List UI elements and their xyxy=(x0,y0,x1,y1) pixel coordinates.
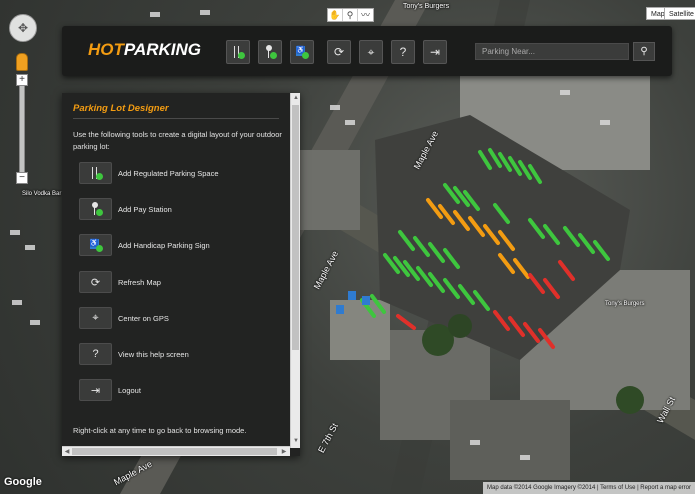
panel-footer-text: Right-click at any time to go back to br… xyxy=(73,426,247,435)
google-logo: Google xyxy=(4,476,42,488)
parking-search-input[interactable] xyxy=(475,43,629,60)
panel-item-label: Add Handicap Parking Sign xyxy=(118,240,210,250)
scroll-down-arrow-icon[interactable]: ▼ xyxy=(292,437,300,445)
parking-space-icon xyxy=(89,166,103,180)
map-type-satellite-button[interactable]: Satellite xyxy=(664,7,695,20)
search-icon: ⚲ xyxy=(640,46,648,57)
logout-button[interactable]: ⇥ xyxy=(423,40,447,64)
refresh-map-button[interactable]: ⟳ xyxy=(327,40,351,64)
panel-help-button[interactable]: ? xyxy=(79,343,112,365)
handicap-sign-icon: ♿ xyxy=(295,45,309,59)
parking-space-icon xyxy=(231,45,245,59)
pay-station-icon xyxy=(89,202,103,216)
scroll-up-arrow-icon[interactable]: ▲ xyxy=(292,94,300,102)
help-icon: ? xyxy=(92,348,99,360)
search-button[interactable]: ⚲ xyxy=(633,42,655,61)
panel-item-add-pay-station[interactable]: Add Pay Station xyxy=(79,198,279,220)
place-label-silo-vodka: Silo Vodka Bar xyxy=(22,191,62,197)
refresh-icon: ⟳ xyxy=(333,45,345,59)
panel-item-refresh-map[interactable]: ⟳ Refresh Map xyxy=(79,271,279,293)
panel-item-add-handicap-sign[interactable]: ♿ Add Handicap Parking Sign xyxy=(79,234,279,256)
panel-horizontal-scrollbar[interactable]: ◀ ▶ xyxy=(62,446,290,456)
panel-item-logout[interactable]: ⇥ Logout xyxy=(79,379,279,401)
center-gps-button[interactable]: ⌖ xyxy=(359,40,383,64)
brand-parking: PARKING xyxy=(123,40,202,59)
panel-gps-button[interactable]: ⌖ xyxy=(79,307,112,329)
panel-pay-station-button[interactable] xyxy=(79,198,112,220)
add-pay-station-button[interactable] xyxy=(258,40,282,64)
drawing-tools: ✋ ⚲ 〰 xyxy=(327,8,374,22)
help-button[interactable]: ? xyxy=(391,40,415,64)
logout-icon: ⇥ xyxy=(90,384,101,397)
add-regulated-space-button[interactable] xyxy=(226,40,250,64)
panel-refresh-button[interactable]: ⟳ xyxy=(79,271,112,293)
line-tool-icon[interactable]: 〰 xyxy=(358,9,373,21)
refresh-icon: ⟳ xyxy=(90,276,101,289)
hand-tool-icon[interactable]: ✋ xyxy=(328,9,343,21)
zoom-in-button[interactable]: + xyxy=(16,74,28,86)
panel-item-label: Center on GPS xyxy=(118,313,169,323)
gps-icon: ⌖ xyxy=(367,44,375,59)
zoom-slider[interactable] xyxy=(19,78,25,178)
marker-tool-icon[interactable]: ⚲ xyxy=(343,9,358,21)
panel-divider xyxy=(73,118,279,119)
top-navigation-bar: HOTPARKING ♿ ⟳ ⌖ ? ⇥ ⚲ xyxy=(62,26,672,76)
panel-logout-button[interactable]: ⇥ xyxy=(79,379,112,401)
scroll-right-arrow-icon[interactable]: ▶ xyxy=(280,448,288,456)
pan-control[interactable]: ✥ xyxy=(9,14,37,42)
panel-vertical-scrollbar[interactable]: ▲ ▼ xyxy=(290,93,300,448)
panel-item-label: Refresh Map xyxy=(118,277,161,287)
panel-handicap-button[interactable]: ♿ xyxy=(79,234,112,256)
brand-logo[interactable]: HOTPARKING xyxy=(88,40,201,60)
help-icon: ? xyxy=(399,45,407,59)
scroll-thumb-horizontal[interactable] xyxy=(72,448,277,455)
panel-title: Parking Lot Designer xyxy=(73,103,169,114)
panel-add-space-button[interactable] xyxy=(79,162,112,184)
panel-item-label: Add Regulated Parking Space xyxy=(118,168,219,178)
scroll-left-arrow-icon[interactable]: ◀ xyxy=(63,448,71,456)
place-label-tonys: Tony's Burgers xyxy=(605,301,645,307)
panel-item-label: View this help screen xyxy=(118,349,189,359)
street-view-pegman-icon[interactable] xyxy=(16,53,28,71)
place-label-top: Tony's Burgers xyxy=(403,3,450,10)
pay-station-icon xyxy=(263,45,277,59)
scroll-thumb-vertical[interactable] xyxy=(292,105,299,350)
zoom-out-button[interactable]: − xyxy=(16,172,28,184)
map-attribution[interactable]: Map data ©2014 Google Imagery ©2014 | Te… xyxy=(483,482,695,494)
brand-hot: HOT xyxy=(88,40,124,59)
logout-icon: ⇥ xyxy=(429,45,441,59)
panel-item-help[interactable]: ? View this help screen xyxy=(79,343,279,365)
panel-item-add-regulated-space[interactable]: Add Regulated Parking Space xyxy=(79,162,279,184)
panel-item-center-gps[interactable]: ⌖ Center on GPS xyxy=(79,307,279,329)
panel-item-label: Logout xyxy=(118,385,141,395)
panel-intro-text: Use the following tools to create a digi… xyxy=(73,130,282,151)
gps-icon: ⌖ xyxy=(92,311,99,324)
parking-lot-designer-panel: Parking Lot Designer Use the following t… xyxy=(62,93,300,456)
handicap-sign-icon: ♿ xyxy=(89,238,103,252)
panel-item-label: Add Pay Station xyxy=(118,204,172,214)
add-handicap-sign-button[interactable]: ♿ xyxy=(290,40,314,64)
